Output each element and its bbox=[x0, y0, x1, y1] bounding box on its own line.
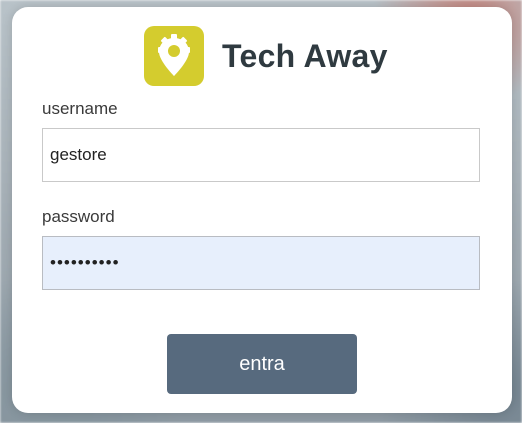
password-input[interactable] bbox=[42, 236, 480, 290]
login-card: Tech Away username password entra bbox=[12, 7, 512, 413]
username-input[interactable] bbox=[42, 128, 480, 182]
username-label: username bbox=[42, 99, 118, 118]
brand-name: Tech Away bbox=[222, 37, 388, 74]
map-pin-gear-icon bbox=[144, 26, 204, 86]
password-label: password bbox=[42, 207, 115, 226]
brand-header: Tech Away bbox=[144, 26, 388, 86]
submit-button[interactable]: entra bbox=[167, 334, 357, 394]
